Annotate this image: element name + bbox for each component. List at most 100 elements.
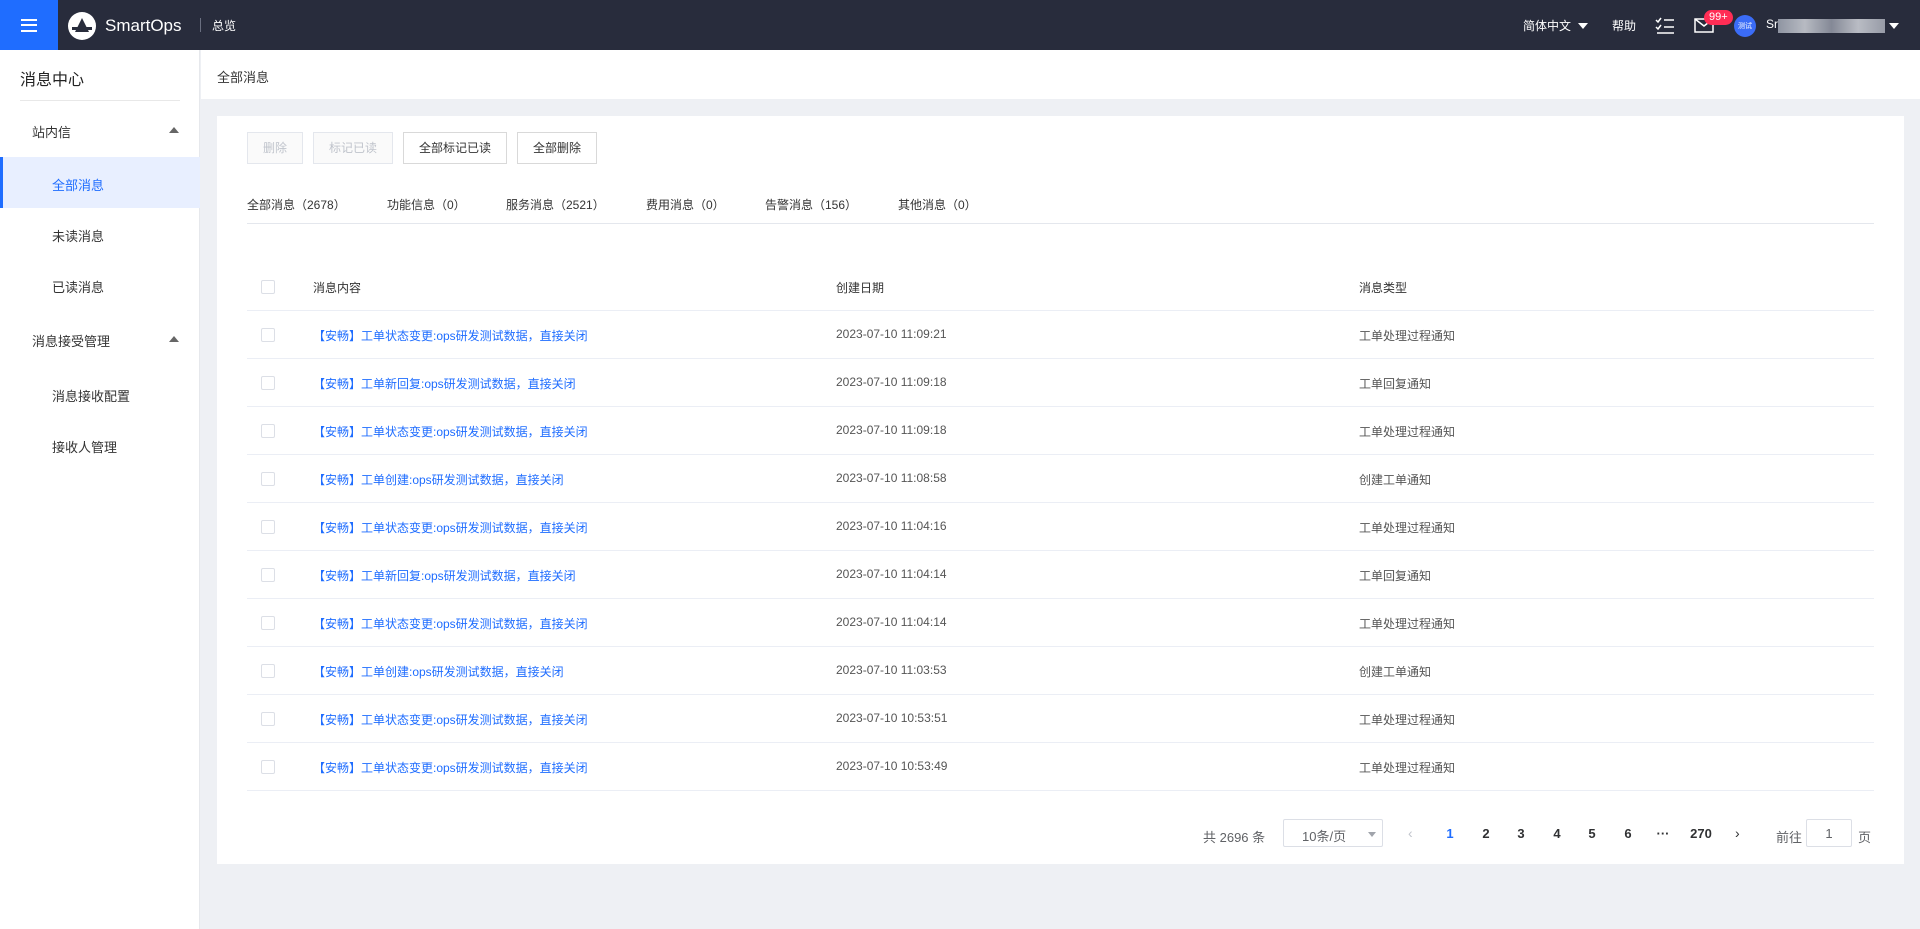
chevron-down-icon bbox=[1368, 832, 1376, 837]
page-size-select[interactable]: 10条/页 bbox=[1283, 819, 1383, 847]
mail-count-badge: 99+ bbox=[1704, 10, 1733, 25]
table-row: 【安畅】工单新回复:ops研发测试数据，直接关闭 2023-07-10 11:0… bbox=[247, 359, 1874, 407]
page-title: 全部消息 bbox=[217, 70, 270, 85]
delete-all-button[interactable]: 全部删除 bbox=[517, 132, 597, 164]
message-type: 工单处理过程通知 bbox=[1359, 617, 1456, 631]
message-type: 创建工单通知 bbox=[1359, 473, 1432, 487]
message-type: 工单处理过程通知 bbox=[1359, 329, 1456, 343]
message-link[interactable]: 【安畅】工单状态变更:ops研发测试数据，直接关闭 bbox=[313, 759, 588, 776]
sidebar-item-all-messages[interactable]: 全部消息 bbox=[0, 157, 200, 208]
message-date: 2023-07-10 11:08:58 bbox=[836, 471, 947, 485]
tab-other-messages[interactable]: 其他消息（0） bbox=[898, 196, 977, 213]
tab-all-messages[interactable]: 全部消息（2678） bbox=[247, 196, 346, 213]
row-checkbox[interactable] bbox=[261, 424, 275, 438]
user-menu-chevron-icon[interactable] bbox=[1889, 23, 1899, 29]
page-3-button[interactable]: 3 bbox=[1506, 826, 1536, 841]
language-label: 简体中文 bbox=[1523, 19, 1572, 33]
table-row: 【安畅】工单创建:ops研发测试数据，直接关闭 2023-07-10 11:03… bbox=[247, 647, 1874, 695]
row-checkbox[interactable] bbox=[261, 760, 275, 774]
tab-feature-info[interactable]: 功能信息（0） bbox=[387, 196, 466, 213]
message-link[interactable]: 【安畅】工单状态变更:ops研发测试数据，直接关闭 bbox=[313, 519, 588, 536]
message-type: 工单回复通知 bbox=[1359, 377, 1432, 391]
chevron-up-icon bbox=[169, 336, 179, 342]
page-header: 全部消息 bbox=[201, 50, 1920, 99]
top-bar: SmartOps 总览 简体中文 帮助 99+ 测试 Sr bbox=[0, 0, 1920, 50]
language-selector[interactable]: 简体中文 bbox=[1523, 17, 1589, 34]
avatar[interactable]: 测试 bbox=[1734, 15, 1756, 37]
sidebar-item-read-messages[interactable]: 已读消息 bbox=[0, 259, 200, 310]
message-link[interactable]: 【安畅】工单新回复:ops研发测试数据，直接关闭 bbox=[313, 567, 576, 584]
tab-alert-messages[interactable]: 告警消息（156） bbox=[765, 196, 857, 213]
message-date: 2023-07-10 11:04:16 bbox=[836, 519, 947, 533]
table-row: 【安畅】工单状态变更:ops研发测试数据，直接关闭 2023-07-10 11:… bbox=[247, 503, 1874, 551]
last-page-button[interactable]: 270 bbox=[1683, 826, 1719, 841]
sidebar-group-receive-management[interactable]: 消息接受管理 bbox=[0, 318, 200, 360]
next-page-button[interactable]: › bbox=[1735, 825, 1740, 841]
table-header: 消息内容 创建日期 消息类型 bbox=[247, 263, 1874, 311]
table-row: 【安畅】工单状态变更:ops研发测试数据，直接关闭 2023-07-10 11:… bbox=[247, 599, 1874, 647]
brand-name: SmartOps bbox=[105, 16, 182, 35]
sidebar-item-unread-messages[interactable]: 未读消息 bbox=[0, 208, 200, 259]
message-date: 2023-07-10 11:09:21 bbox=[836, 327, 947, 341]
row-checkbox[interactable] bbox=[261, 616, 275, 630]
todo-list-icon[interactable] bbox=[1655, 17, 1675, 35]
chevron-up-icon bbox=[169, 127, 179, 133]
prev-page-button[interactable]: ‹ bbox=[1408, 825, 1413, 841]
delete-button[interactable]: 删除 bbox=[247, 132, 303, 164]
select-all-checkbox[interactable] bbox=[261, 280, 275, 294]
mark-read-button[interactable]: 标记已读 bbox=[313, 132, 393, 164]
mark-all-read-button[interactable]: 全部标记已读 bbox=[403, 132, 507, 164]
row-checkbox[interactable] bbox=[261, 568, 275, 582]
nav-overview-link[interactable]: 总览 bbox=[212, 17, 236, 34]
help-link[interactable]: 帮助 bbox=[1612, 17, 1636, 34]
user-name[interactable]: Sr bbox=[1766, 17, 1778, 31]
sidebar-group-label: 消息接受管理 bbox=[32, 334, 111, 349]
page-4-button[interactable]: 4 bbox=[1542, 826, 1572, 841]
tab-billing-messages[interactable]: 费用消息（0） bbox=[646, 196, 725, 213]
menu-icon bbox=[21, 18, 37, 32]
row-checkbox[interactable] bbox=[261, 472, 275, 486]
message-link[interactable]: 【安畅】工单状态变更:ops研发测试数据，直接关闭 bbox=[313, 711, 588, 728]
row-checkbox[interactable] bbox=[261, 520, 275, 534]
sidebar-item-label: 全部消息 bbox=[52, 178, 105, 193]
sidebar-title: 消息中心 bbox=[20, 72, 85, 89]
page-6-button[interactable]: 6 bbox=[1613, 826, 1643, 841]
sidebar-item-label: 未读消息 bbox=[52, 229, 105, 244]
row-checkbox[interactable] bbox=[261, 712, 275, 726]
message-link[interactable]: 【安畅】工单创建:ops研发测试数据，直接关闭 bbox=[313, 663, 564, 680]
column-header-type: 消息类型 bbox=[1359, 281, 1408, 295]
column-header-date: 创建日期 bbox=[836, 281, 885, 295]
message-date: 2023-07-10 11:03:53 bbox=[836, 663, 947, 677]
brand-logo[interactable]: SmartOps bbox=[68, 12, 182, 40]
sidebar-group-inbox[interactable]: 站内信 bbox=[0, 109, 200, 151]
message-type: 工单处理过程通知 bbox=[1359, 761, 1456, 775]
message-link[interactable]: 【安畅】工单新回复:ops研发测试数据，直接关闭 bbox=[313, 375, 576, 392]
tab-service-messages[interactable]: 服务消息（2521） bbox=[506, 196, 605, 213]
table-row: 【安畅】工单状态变更:ops研发测试数据，直接关闭 2023-07-10 10:… bbox=[247, 743, 1874, 791]
table-row: 【安畅】工单状态变更:ops研发测试数据，直接关闭 2023-07-10 11:… bbox=[247, 311, 1874, 359]
message-type: 创建工单通知 bbox=[1359, 665, 1432, 679]
message-link[interactable]: 【安畅】工单状态变更:ops研发测试数据，直接关闭 bbox=[313, 327, 588, 344]
message-type: 工单处理过程通知 bbox=[1359, 713, 1456, 727]
page-5-button[interactable]: 5 bbox=[1577, 826, 1607, 841]
user-name-redacted bbox=[1778, 19, 1885, 33]
row-checkbox[interactable] bbox=[261, 376, 275, 390]
page-1-button[interactable]: 1 bbox=[1435, 826, 1465, 841]
nav-divider bbox=[200, 18, 201, 32]
goto-label: 前往 bbox=[1776, 830, 1803, 845]
more-pages-ellipsis[interactable]: ··· bbox=[1648, 826, 1678, 841]
message-link[interactable]: 【安畅】工单状态变更:ops研发测试数据，直接关闭 bbox=[313, 615, 588, 632]
sidebar-item-recipient-management[interactable]: 接收人管理 bbox=[0, 419, 200, 470]
table-row: 【安畅】工单状态变更:ops研发测试数据，直接关闭 2023-07-10 11:… bbox=[247, 407, 1874, 455]
logo-icon bbox=[68, 12, 96, 40]
page-2-button[interactable]: 2 bbox=[1471, 826, 1501, 841]
row-checkbox[interactable] bbox=[261, 664, 275, 678]
row-checkbox[interactable] bbox=[261, 328, 275, 342]
goto-page-input[interactable] bbox=[1806, 819, 1852, 847]
column-header-content: 消息内容 bbox=[313, 281, 362, 295]
sidebar-item-receive-config[interactable]: 消息接收配置 bbox=[0, 368, 200, 419]
message-link[interactable]: 【安畅】工单状态变更:ops研发测试数据，直接关闭 bbox=[313, 423, 588, 440]
sidebar-item-label: 消息接收配置 bbox=[52, 389, 131, 404]
menu-button[interactable] bbox=[0, 0, 58, 50]
message-link[interactable]: 【安畅】工单创建:ops研发测试数据，直接关闭 bbox=[313, 471, 564, 488]
